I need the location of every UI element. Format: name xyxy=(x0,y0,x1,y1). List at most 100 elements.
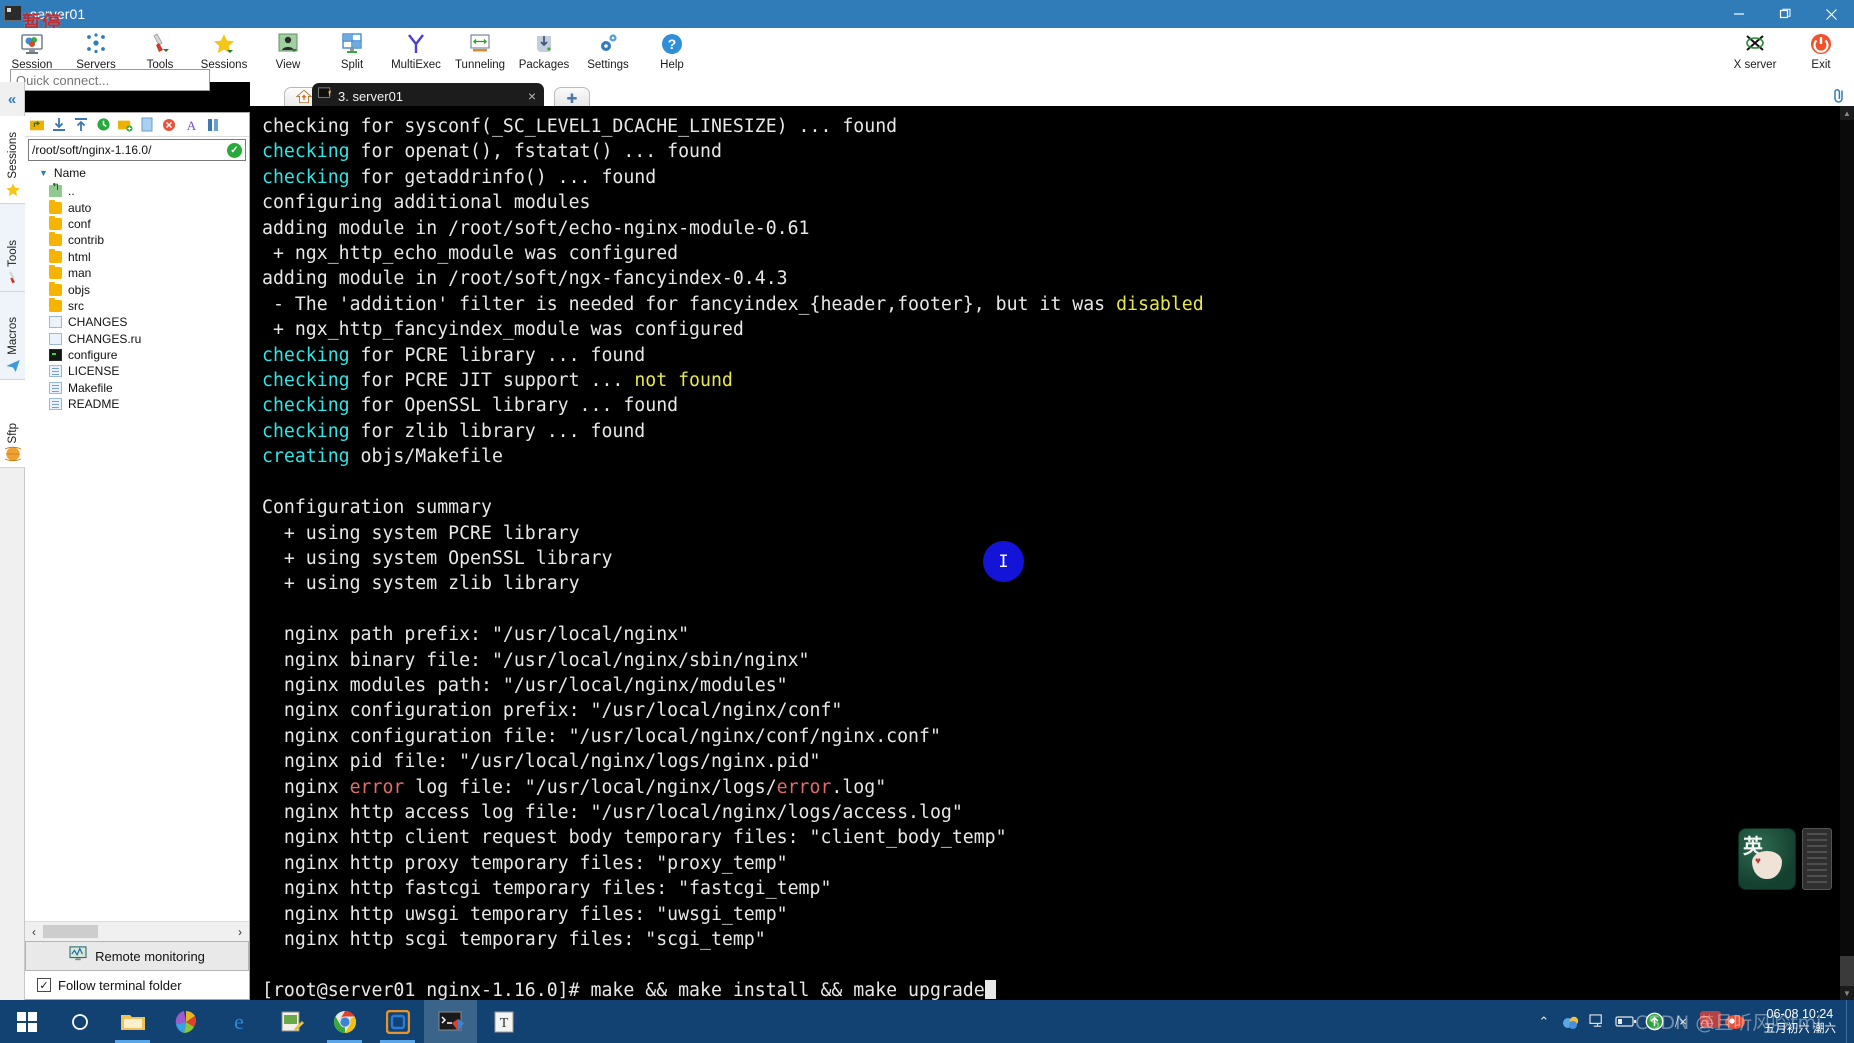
font-icon[interactable]: A xyxy=(181,115,201,135)
download-icon[interactable] xyxy=(49,115,69,135)
restore-button[interactable] xyxy=(1762,0,1808,28)
new-file-icon[interactable] xyxy=(137,115,157,135)
terminal-line: - The 'addition' filter is needed for fa… xyxy=(262,292,1838,317)
follow-terminal-folder-row[interactable]: ✓ Follow terminal folder xyxy=(25,971,249,999)
ime-mode-tray-icon[interactable]: 英 xyxy=(1694,1000,1720,1043)
list-item[interactable]: .. xyxy=(35,183,249,199)
system-tray: ⌃ ⧸× 英 xyxy=(1531,1000,1754,1043)
toolbar-packages[interactable]: Packages xyxy=(512,28,576,82)
toolbar-x-server-label: X server xyxy=(1733,59,1777,71)
search-button[interactable] xyxy=(53,1000,106,1043)
view-list-icon[interactable] xyxy=(203,115,223,135)
new-folder-icon[interactable] xyxy=(115,115,135,135)
toolbar-view[interactable]: View xyxy=(256,28,320,82)
list-item[interactable]: README xyxy=(35,396,249,412)
scrollbar-thumb[interactable] xyxy=(43,925,98,938)
list-item[interactable]: src xyxy=(35,297,249,314)
show-hidden-icons-button[interactable]: ⌃ xyxy=(1531,1000,1557,1043)
toolbar-exit[interactable]: Exit xyxy=(1788,28,1854,82)
sftp-column-header-label: Name xyxy=(53,166,86,180)
network-tray-icon[interactable] xyxy=(1585,1000,1611,1043)
paperclip-icon[interactable] xyxy=(1828,84,1850,106)
list-item[interactable]: CHANGES xyxy=(35,314,249,330)
quick-connect-input[interactable] xyxy=(16,72,204,88)
toolbar-multiexec[interactable]: MultiExec xyxy=(384,28,448,82)
upload-icon[interactable] xyxy=(71,115,91,135)
typora-taskbar-button[interactable]: T xyxy=(477,1000,530,1043)
toolbar-x-server[interactable]: X server xyxy=(1722,28,1788,82)
list-item[interactable]: CHANGES.ru xyxy=(35,331,249,347)
sftp-path-input[interactable] xyxy=(32,143,227,157)
chrome-taskbar-button[interactable] xyxy=(318,1000,371,1043)
toolbar-split[interactable]: Split xyxy=(320,28,384,82)
toolbar-tunneling[interactable]: Tunneling xyxy=(448,28,512,82)
list-item[interactable]: html xyxy=(35,248,249,265)
sftp-file-list[interactable]: .. auto conf contrib html man objs src C… xyxy=(25,183,249,921)
parent-folder-icon[interactable] xyxy=(27,115,47,135)
sftp-path-field[interactable]: ✓ xyxy=(28,139,246,161)
tab-server01-label: 3. server01 xyxy=(338,88,404,104)
scroll-right-icon[interactable]: › xyxy=(233,925,247,939)
list-item[interactable]: auto xyxy=(35,199,249,215)
minimize-button[interactable] xyxy=(1716,0,1762,28)
tab-close-icon[interactable]: × xyxy=(528,88,538,104)
scrollbar-track[interactable] xyxy=(41,925,233,938)
photos-taskbar-button[interactable] xyxy=(159,1000,212,1043)
refresh-icon[interactable] xyxy=(93,115,113,135)
list-item[interactable]: conf xyxy=(35,215,249,232)
sftp-horizontal-scrollbar[interactable]: ‹ › xyxy=(25,921,249,941)
list-item[interactable]: man xyxy=(35,265,249,281)
terminal-output-pane[interactable]: checking for sysconf(_SC_LEVEL1_DCACHE_L… xyxy=(250,106,1854,1000)
delete-icon[interactable] xyxy=(159,115,179,135)
ime-logo-tray-icon[interactable] xyxy=(1720,1000,1750,1043)
volume-muted-tray-icon[interactable]: ⧸× xyxy=(1668,1000,1694,1043)
terminal-scrollbar[interactable]: ▲ ▼ xyxy=(1840,106,1854,1000)
list-item[interactable]: Makefile xyxy=(35,380,249,396)
onedrive-tray-icon[interactable] xyxy=(1557,1000,1585,1043)
list-item[interactable]: objs xyxy=(35,281,249,297)
list-item[interactable]: LICENSE xyxy=(35,363,249,379)
file-explorer-taskbar-button[interactable] xyxy=(106,1000,159,1043)
mobaxterm-taskbar-button[interactable] xyxy=(424,1000,477,1043)
terminal-scrollbar-thumb[interactable] xyxy=(1840,956,1854,986)
list-item[interactable]: configure xyxy=(35,347,249,363)
edge-taskbar-button[interactable]: e xyxy=(212,1000,265,1043)
scroll-left-icon[interactable]: ‹ xyxy=(27,925,41,939)
scroll-up-icon[interactable]: ▲ xyxy=(1840,106,1854,120)
show-desktop-button[interactable] xyxy=(1846,1000,1854,1043)
ime-floating-panel[interactable]: 英 xyxy=(1738,828,1796,890)
remote-monitoring-button[interactable]: Remote monitoring xyxy=(25,941,249,971)
clock-lunar-date: 五月初六 潮六 xyxy=(1763,1022,1836,1035)
folder-icon xyxy=(49,199,62,214)
chevron-double-left-icon[interactable]: « xyxy=(0,82,24,116)
list-item-label: CHANGES.ru xyxy=(68,331,142,346)
scroll-down-icon[interactable]: ▼ xyxy=(1840,986,1854,1000)
toolbar-help[interactable]: ? Help xyxy=(640,28,704,82)
ime-skin-heart-icon xyxy=(1752,851,1782,879)
terminal-line: checking for getaddrinfo() ... found xyxy=(262,165,1838,190)
terminal-span: nginx modules path: "/usr/local/nginx/mo… xyxy=(262,674,788,696)
sftp-toolbar: A xyxy=(25,113,249,137)
follow-terminal-folder-checkbox[interactable]: ✓ xyxy=(37,978,51,992)
taskbar-clock[interactable]: 06-08 10:24 五月初六 潮六 xyxy=(1754,1000,1846,1043)
start-button[interactable] xyxy=(0,1000,53,1043)
sftp-column-header[interactable]: ▼ Name xyxy=(25,163,249,183)
vmware-taskbar-button[interactable] xyxy=(371,1000,424,1043)
close-button[interactable] xyxy=(1808,0,1854,28)
sidebar-item-sessions[interactable]: Sessions xyxy=(0,116,25,204)
battery-tray-icon[interactable] xyxy=(1611,1000,1641,1043)
sidebar-item-sftp[interactable]: Sftp xyxy=(0,380,25,468)
terminal-span: for getaddrinfo() ... found xyxy=(349,166,657,188)
sessions-star-icon xyxy=(212,31,236,57)
terminal-span: + using system PCRE library xyxy=(262,522,580,544)
sidebar-item-macros[interactable]: Macros xyxy=(0,292,25,380)
toolbar-settings[interactable]: Settings xyxy=(576,28,640,82)
sidebar-item-tools[interactable]: Tools xyxy=(0,204,25,292)
servers-icon xyxy=(84,31,108,57)
ime-side-bar[interactable] xyxy=(1802,828,1832,890)
quick-connect-field[interactable] xyxy=(10,69,210,91)
editor-taskbar-button[interactable] xyxy=(265,1000,318,1043)
list-item[interactable]: contrib xyxy=(35,232,249,248)
update-tray-icon[interactable] xyxy=(1641,1000,1668,1043)
